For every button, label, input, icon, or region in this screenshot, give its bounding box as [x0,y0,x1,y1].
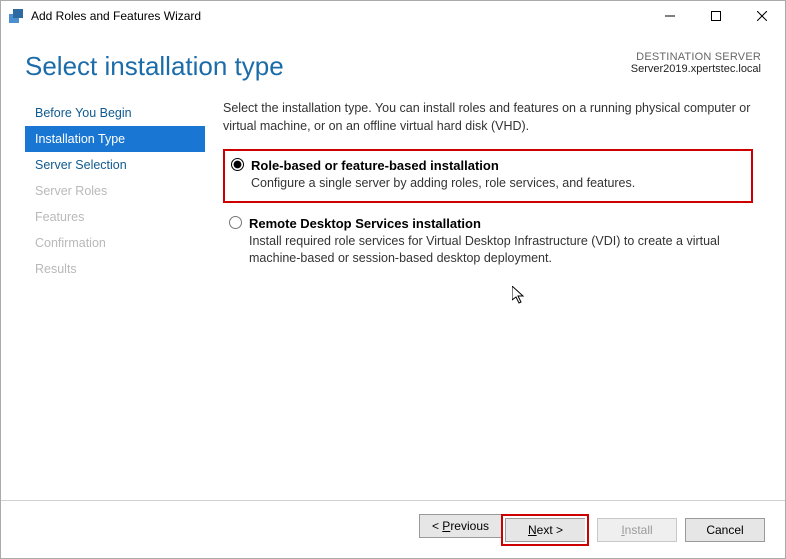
maximize-button[interactable] [693,1,739,31]
next-button[interactable]: Next > [505,518,585,542]
option-desc: Configure a single server by adding role… [251,175,741,193]
sidebar-item-before-you-begin[interactable]: Before You Begin [25,100,205,126]
option-text: Role-based or feature-based installation… [251,157,741,193]
wizard-window: Add Roles and Features Wizard Select ins… [0,0,786,559]
close-button[interactable] [739,1,785,31]
destination-server: Server2019.xpertstec.local [631,63,761,75]
sidebar-item-server-selection[interactable]: Server Selection [25,152,205,178]
window-title: Add Roles and Features Wizard [31,9,647,23]
sidebar-item-results: Results [25,256,205,282]
footer: < Previous Next > Install Cancel [1,500,785,558]
radio-col [229,215,249,235]
destination-label: DESTINATION SERVER [631,51,761,63]
destination-info: DESTINATION SERVER Server2019.xpertstec.… [631,51,761,75]
minimize-button[interactable] [647,1,693,31]
previous-button[interactable]: < Previous [419,514,501,538]
sidebar-item-installation-type[interactable]: Installation Type [25,126,205,152]
intro-text: Select the installation type. You can in… [223,100,753,135]
radio-role-based[interactable] [231,158,244,171]
content: Select the installation type. You can in… [205,94,761,500]
titlebar: Add Roles and Features Wizard [1,1,785,31]
sidebar-item-server-roles: Server Roles [25,178,205,204]
option-text: Remote Desktop Services installation Ins… [249,215,743,268]
option-desc: Install required role services for Virtu… [249,233,743,268]
sidebar: Before You Begin Installation Type Serve… [25,94,205,500]
option-remote-desktop[interactable]: Remote Desktop Services installation Ins… [223,209,753,276]
cursor-icon [512,286,528,306]
radio-col [231,157,251,177]
install-button: Install [597,518,677,542]
nav-button-group: < Previous Next > [419,514,589,546]
option-title: Role-based or feature-based installation [251,157,741,175]
page-title: Select installation type [25,51,631,82]
next-button-highlight: Next > [501,514,589,546]
radio-remote-desktop[interactable] [229,216,242,229]
option-title: Remote Desktop Services installation [249,215,743,233]
body: Before You Begin Installation Type Serve… [1,94,785,500]
app-icon [9,8,25,24]
sidebar-item-features: Features [25,204,205,230]
header: Select installation type DESTINATION SER… [1,31,785,94]
sidebar-item-confirmation: Confirmation [25,230,205,256]
cancel-button[interactable]: Cancel [685,518,765,542]
option-role-based[interactable]: Role-based or feature-based installation… [223,149,753,203]
